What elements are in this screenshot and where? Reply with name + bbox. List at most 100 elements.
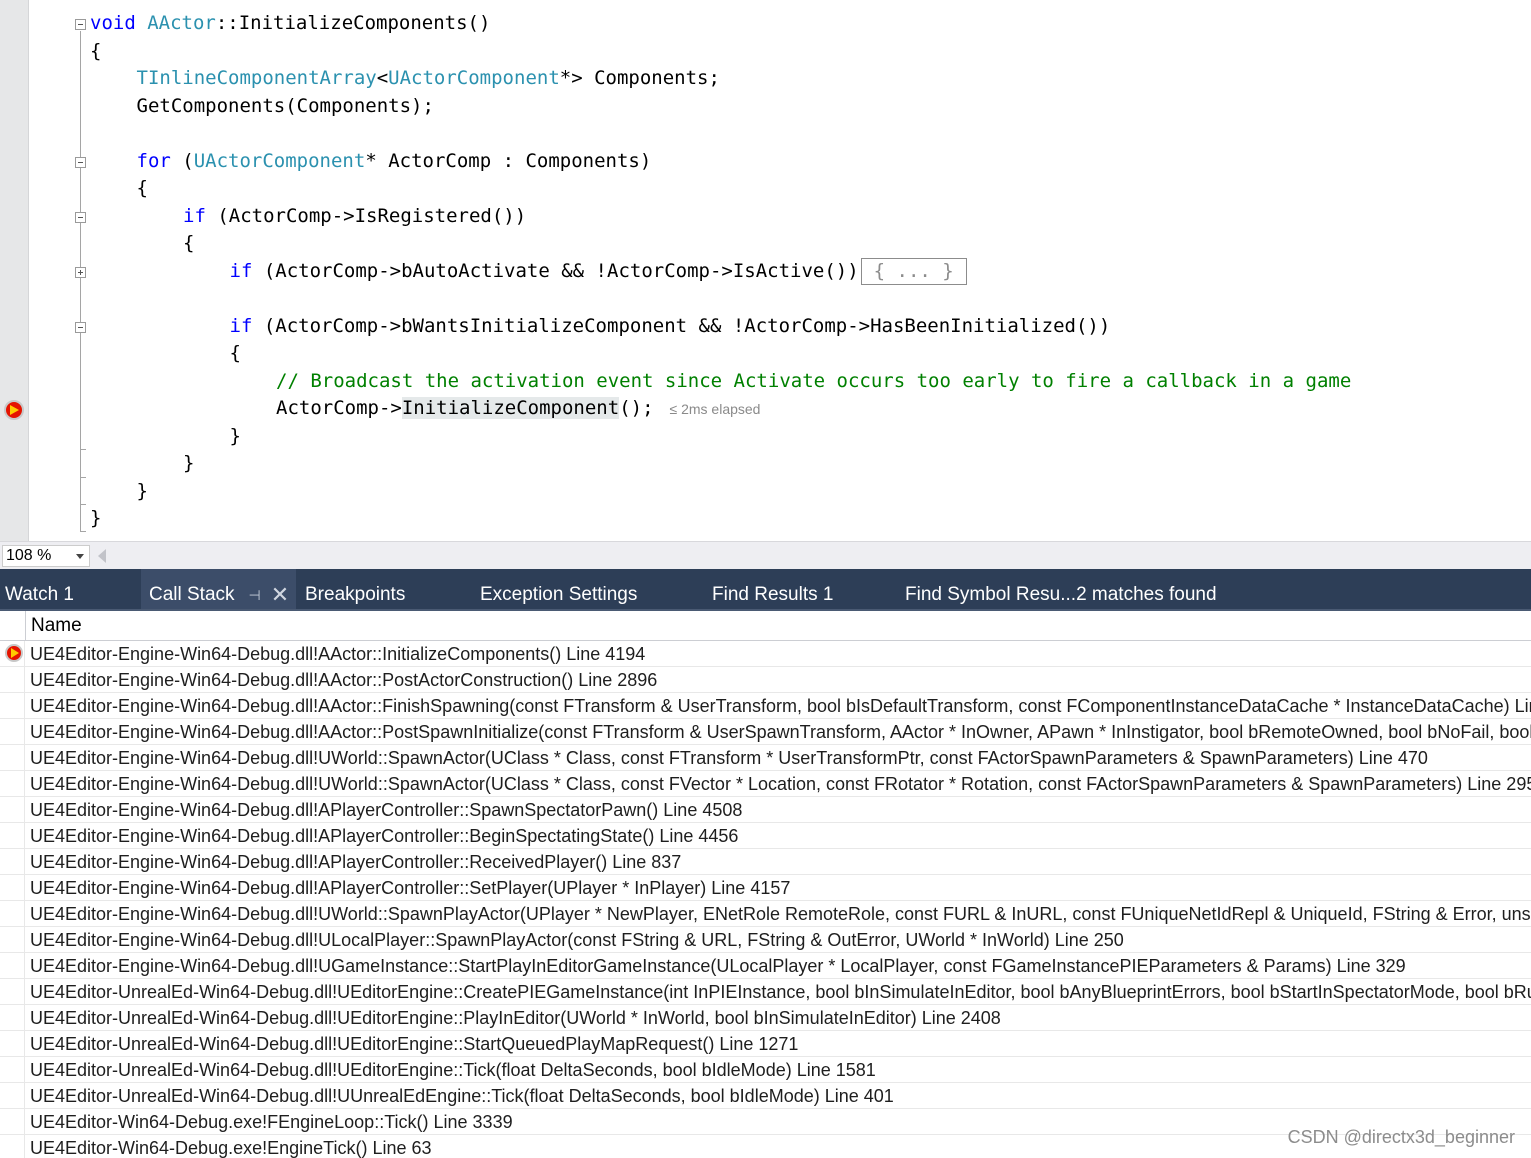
code-line[interactable]: if (ActorComp->bAutoActivate && !ActorCo… bbox=[229, 257, 967, 285]
collapsed-region[interactable]: { ... } bbox=[860, 257, 967, 285]
code-token: * ActorComp : Components) bbox=[365, 149, 652, 172]
code-token: { bbox=[90, 39, 102, 62]
frame-icon-cell bbox=[0, 901, 25, 927]
code-highlight: InitializeComponent bbox=[401, 397, 620, 419]
call-stack-row[interactable]: UE4Editor-UnrealEd-Win64-Debug.dll!UEdit… bbox=[0, 1031, 1531, 1057]
column-header-name[interactable]: Name bbox=[31, 615, 82, 637]
code-token: GetComponents(Components); bbox=[136, 94, 434, 117]
call-stack-row[interactable]: UE4Editor-Engine-Win64-Debug.dll!AActor:… bbox=[0, 641, 1531, 667]
code-line[interactable]: // Broadcast the activation event since … bbox=[276, 368, 1351, 395]
code-line[interactable]: if (ActorComp->IsRegistered()) bbox=[183, 203, 526, 230]
code-token: { bbox=[136, 177, 148, 199]
code-line[interactable]: } bbox=[230, 423, 241, 450]
call-stack-row[interactable]: UE4Editor-Engine-Win64-Debug.dll!UGameIn… bbox=[0, 953, 1531, 979]
perf-tip[interactable]: ≤ 2ms elapsed bbox=[670, 401, 761, 417]
code-line[interactable]: { bbox=[183, 230, 194, 257]
call-stack-row[interactable]: UE4Editor-Engine-Win64-Debug.dll!APlayer… bbox=[0, 875, 1531, 901]
code-editor[interactable]: void AActor::InitializeComponents(){TInl… bbox=[0, 0, 1531, 541]
frame-icon-cell bbox=[0, 797, 25, 823]
call-stack-row[interactable]: UE4Editor-Engine-Win64-Debug.dll!UWorld:… bbox=[0, 745, 1531, 771]
frame-name: UE4Editor-Engine-Win64-Debug.dll!AActor:… bbox=[30, 696, 1531, 716]
current-statement-breakpoint-icon[interactable] bbox=[4, 400, 24, 420]
chevron-down-icon[interactable] bbox=[76, 554, 84, 559]
scroll-left-icon[interactable] bbox=[98, 549, 106, 563]
call-stack-row[interactable]: UE4Editor-Engine-Win64-Debug.dll!AActor:… bbox=[0, 719, 1531, 745]
tab-watch-1[interactable]: Watch 1 bbox=[5, 569, 135, 609]
code-line[interactable]: ActorComp->InitializeComponent(); ≤ 2ms e… bbox=[276, 395, 760, 422]
call-stack-row[interactable]: UE4Editor-UnrealEd-Win64-Debug.dll!UEdit… bbox=[0, 1005, 1531, 1031]
call-stack-row[interactable]: UE4Editor-UnrealEd-Win64-Debug.dll!UEdit… bbox=[0, 979, 1531, 1005]
zoom-dropdown[interactable]: 108 % bbox=[2, 545, 90, 567]
tab-call-stack[interactable]: Call Stack ⊣ ✕ bbox=[141, 569, 296, 609]
tab-label: Call Stack bbox=[149, 584, 235, 605]
frame-icon-cell bbox=[0, 1031, 25, 1057]
code-line[interactable]: } bbox=[137, 478, 148, 505]
code-line[interactable]: } bbox=[183, 450, 194, 477]
frame-name: UE4Editor-Engine-Win64-Debug.dll!APlayer… bbox=[30, 852, 682, 872]
code-line[interactable]: GetComponents(Components); bbox=[137, 93, 434, 120]
code-token: < bbox=[376, 67, 389, 89]
frame-icon-cell bbox=[0, 1083, 25, 1109]
code-token: { bbox=[229, 342, 241, 364]
call-stack-row[interactable]: UE4Editor-UnrealEd-Win64-Debug.dll!UEdit… bbox=[0, 1057, 1531, 1083]
frame-name: UE4Editor-Engine-Win64-Debug.dll!ULocalP… bbox=[30, 930, 1124, 950]
frame-name: UE4Editor-Engine-Win64-Debug.dll!UWorld:… bbox=[30, 748, 1428, 768]
code-line[interactable]: { bbox=[137, 175, 148, 202]
frame-icon-cell bbox=[0, 979, 25, 1005]
outline-guide-end bbox=[80, 504, 86, 505]
code-type: TInlineComponentArray bbox=[136, 67, 377, 89]
call-stack-row[interactable]: UE4Editor-Engine-Win64-Debug.dll!AActor:… bbox=[0, 693, 1531, 719]
code-line[interactable]: if (ActorComp->bWantsInitializeComponent… bbox=[230, 313, 1111, 340]
call-stack-row[interactable]: UE4Editor-Engine-Win64-Debug.dll!UWorld:… bbox=[0, 901, 1531, 927]
code-line[interactable]: } bbox=[90, 505, 101, 532]
tab-exception-settings[interactable]: Exception Settings bbox=[480, 569, 637, 609]
call-stack-row[interactable]: UE4Editor-Engine-Win64-Debug.dll!ULocalP… bbox=[0, 927, 1531, 953]
code-line[interactable]: { bbox=[230, 340, 241, 367]
frame-icon-cell bbox=[0, 849, 25, 875]
zoom-value: 108 % bbox=[6, 547, 52, 564]
tab-find-symbol-results[interactable]: Find Symbol Resu...2 matches found bbox=[905, 569, 1217, 609]
frame-icon-cell bbox=[0, 1135, 25, 1158]
code-keyword: if bbox=[229, 314, 253, 337]
code-token: (ActorComp->bWantsInitializeComponent &&… bbox=[252, 314, 1111, 337]
call-stack-row[interactable]: UE4Editor-Engine-Win64-Debug.dll!UWorld:… bbox=[0, 771, 1531, 797]
call-stack-row[interactable]: UE4Editor-Engine-Win64-Debug.dll!APlayer… bbox=[0, 823, 1531, 849]
frame-name: UE4Editor-Engine-Win64-Debug.dll!UGameIn… bbox=[30, 956, 1406, 976]
code-type: UActorComponent bbox=[388, 67, 560, 89]
call-stack-list[interactable]: Name UE4Editor-Engine-Win64-Debug.dll!AA… bbox=[0, 611, 1531, 1158]
code-line[interactable]: { bbox=[90, 38, 101, 65]
code-keyword: if bbox=[229, 259, 253, 282]
tab-breakpoints[interactable]: Breakpoints bbox=[305, 569, 405, 609]
outline-guide bbox=[80, 31, 81, 531]
code-keyword: for bbox=[136, 149, 171, 172]
collapse-icon[interactable] bbox=[75, 19, 86, 30]
frame-name: UE4Editor-Win64-Debug.exe!FEngineLoop::T… bbox=[30, 1112, 513, 1132]
collapse-icon[interactable] bbox=[75, 322, 86, 333]
collapse-icon[interactable] bbox=[75, 157, 86, 168]
code-line[interactable]: void AActor::InitializeComponents() bbox=[90, 10, 490, 37]
call-stack-row[interactable]: UE4Editor-Engine-Win64-Debug.dll!APlayer… bbox=[0, 797, 1531, 823]
frame-icon-cell bbox=[0, 1057, 25, 1083]
code-token: } bbox=[229, 424, 241, 447]
call-stack-row[interactable]: UE4Editor-Engine-Win64-Debug.dll!APlayer… bbox=[0, 849, 1531, 875]
code-line[interactable]: TInlineComponentArray<UActorComponent*> … bbox=[137, 65, 720, 92]
frame-name: UE4Editor-UnrealEd-Win64-Debug.dll!UEdit… bbox=[30, 982, 1531, 1002]
frame-name: UE4Editor-Engine-Win64-Debug.dll!AActor:… bbox=[30, 670, 658, 690]
outline-guide-end bbox=[80, 477, 86, 478]
glyph-margin[interactable] bbox=[0, 0, 29, 541]
tool-window-tabs: Watch 1 Call Stack ⊣ ✕ Breakpoints Excepti… bbox=[0, 569, 1531, 611]
collapse-icon[interactable] bbox=[75, 212, 86, 223]
frame-name: UE4Editor-Engine-Win64-Debug.dll!APlayer… bbox=[30, 826, 739, 846]
code-token: } bbox=[136, 479, 148, 502]
frame-name: UE4Editor-Engine-Win64-Debug.dll!AActor:… bbox=[30, 644, 646, 664]
expand-icon[interactable] bbox=[75, 267, 86, 278]
code-line[interactable]: for (UActorComponent* ActorComp : Compon… bbox=[137, 148, 652, 175]
close-icon[interactable]: ✕ bbox=[271, 569, 289, 615]
frame-icon-cell bbox=[0, 823, 25, 849]
tab-find-results-1[interactable]: Find Results 1 bbox=[712, 569, 833, 609]
call-stack-row[interactable]: UE4Editor-UnrealEd-Win64-Debug.dll!UUnre… bbox=[0, 1083, 1531, 1109]
call-stack-row[interactable]: UE4Editor-Engine-Win64-Debug.dll!AActor:… bbox=[0, 667, 1531, 693]
frame-name: UE4Editor-UnrealEd-Win64-Debug.dll!UEdit… bbox=[30, 1008, 1001, 1028]
code-token: { bbox=[183, 232, 195, 254]
